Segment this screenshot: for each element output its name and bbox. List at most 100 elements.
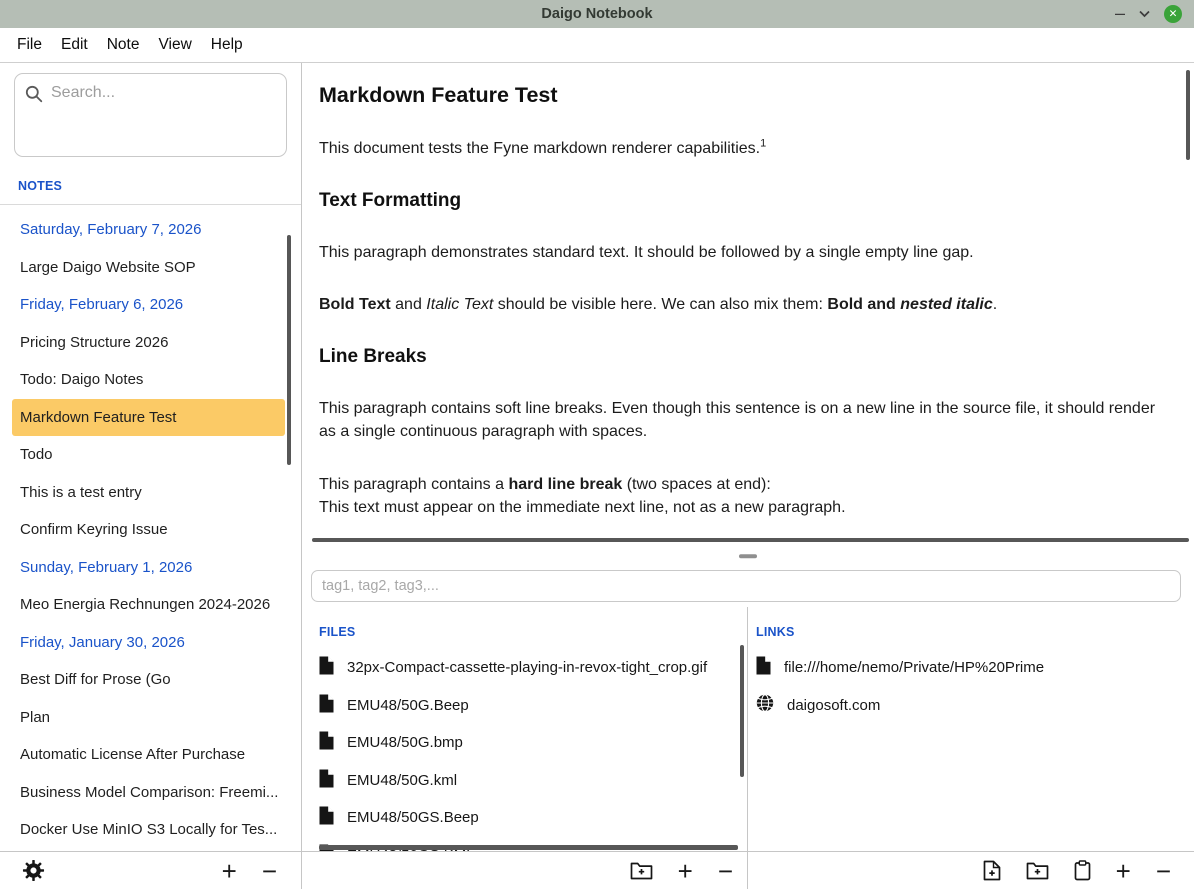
sidebar-toolbar: + − bbox=[0, 851, 301, 889]
splitter-handle[interactable] bbox=[739, 554, 757, 558]
note-item[interactable]: Saturday, February 7, 2026 bbox=[12, 211, 285, 249]
add-note-button[interactable]: + bbox=[222, 858, 237, 884]
menu-help[interactable]: Help bbox=[211, 36, 243, 54]
file-name: EMU48/50G.bmp bbox=[347, 734, 463, 751]
note-item[interactable]: Business Model Comparison: Freemi... bbox=[12, 774, 285, 812]
note-item[interactable]: Sunday, February 1, 2026 bbox=[12, 549, 285, 587]
notes-scrollbar[interactable] bbox=[287, 235, 291, 465]
splitter[interactable] bbox=[302, 549, 1194, 563]
note-item[interactable]: Todo bbox=[12, 436, 285, 474]
remove-note-button[interactable]: − bbox=[262, 858, 277, 884]
settings-gear-icon[interactable] bbox=[22, 859, 45, 882]
close-icon: ✕ bbox=[1169, 9, 1178, 20]
search-box[interactable] bbox=[14, 73, 287, 157]
text-segment: This text must appear on the immediate n… bbox=[319, 499, 846, 516]
search-icon bbox=[25, 85, 43, 103]
note-item[interactable]: This is a test entry bbox=[12, 474, 285, 512]
file-name: EMU48/50G.kml bbox=[347, 772, 457, 789]
file-icon bbox=[756, 656, 771, 679]
files-vertical-scrollbar[interactable] bbox=[740, 645, 744, 777]
tags-input[interactable] bbox=[311, 570, 1181, 602]
note-item-selected[interactable]: Markdown Feature Test bbox=[12, 399, 285, 437]
text-segment: should be visible here. We can also mix … bbox=[493, 296, 827, 313]
note-item[interactable]: Friday, January 30, 2026 bbox=[12, 624, 285, 662]
link-label: daigosoft.com bbox=[787, 697, 880, 714]
search-input[interactable] bbox=[51, 84, 276, 102]
maximize-button[interactable] bbox=[1139, 5, 1150, 23]
link-item[interactable]: daigosoft.com bbox=[748, 687, 1194, 725]
link-item[interactable]: file:///home/nemo/Private/HP%20Prime bbox=[748, 649, 1194, 687]
text-segment: This paragraph contains a bbox=[319, 476, 508, 493]
menu-note[interactable]: Note bbox=[107, 36, 140, 54]
folder-add-icon[interactable] bbox=[1026, 861, 1049, 880]
note-item[interactable]: Meo Energia Rechnungen 2024-2026 bbox=[12, 586, 285, 624]
close-button[interactable]: ✕ bbox=[1164, 5, 1182, 23]
text-segment: This paragraph demonstrates standard tex… bbox=[319, 244, 974, 261]
folder-add-icon[interactable] bbox=[630, 861, 653, 880]
files-list: 32px-Compact-cassette-playing-in-revox-t… bbox=[302, 641, 747, 851]
bottom-toolbar: + − + − bbox=[302, 851, 1194, 889]
titlebar[interactable]: Daigo Notebook – ✕ bbox=[0, 0, 1194, 28]
note-item[interactable]: Pricing Structure 2026 bbox=[12, 324, 285, 362]
content-vertical-scrollbar[interactable] bbox=[1186, 70, 1190, 160]
window-body: NOTES Saturday, February 7, 2026Large Da… bbox=[0, 63, 1194, 889]
remove-file-button[interactable]: − bbox=[718, 858, 733, 884]
file-name: 32px-Compact-cassette-playing-in-revox-t… bbox=[347, 659, 707, 676]
text-segment: Bold Text bbox=[319, 296, 391, 313]
file-name: EMU48/50GS.Beep bbox=[347, 809, 479, 826]
note-item[interactable]: Docker Use MinIO S3 Locally for Tes... bbox=[12, 811, 285, 849]
files-section-header: FILES bbox=[302, 607, 747, 641]
links-panel: LINKS file:///home/nemo/Private/HP%20Pri… bbox=[748, 607, 1194, 851]
text-segment: Bold and bbox=[827, 296, 900, 313]
markdown-heading: Markdown Feature Test bbox=[319, 83, 1158, 108]
remove-link-button[interactable]: − bbox=[1156, 858, 1171, 884]
files-horizontal-scrollbar[interactable] bbox=[319, 845, 738, 850]
menu-view[interactable]: View bbox=[158, 36, 191, 54]
file-name: EMU48/50G.Beep bbox=[347, 697, 469, 714]
content-horizontal-scrollbar[interactable] bbox=[312, 538, 1189, 542]
file-item[interactable]: EMU48/50GS.Beep bbox=[302, 799, 747, 837]
globe-icon bbox=[756, 694, 774, 716]
notes-section-label: NOTES bbox=[18, 179, 62, 193]
sidebar: NOTES Saturday, February 7, 2026Large Da… bbox=[0, 63, 302, 889]
add-link-button[interactable]: + bbox=[1116, 858, 1131, 884]
add-file-button[interactable]: + bbox=[678, 858, 693, 884]
menu-file[interactable]: File bbox=[17, 36, 42, 54]
menu-edit[interactable]: Edit bbox=[61, 36, 88, 54]
files-section-label: FILES bbox=[319, 625, 355, 639]
markdown-paragraph: Bold Text and Italic Text should be visi… bbox=[319, 293, 1158, 317]
sidebar-toolbar-buttons: + − bbox=[222, 858, 277, 884]
text-segment: nested italic bbox=[900, 296, 992, 313]
file-item[interactable]: EMU48/50G.kml bbox=[302, 762, 747, 800]
files-panel: FILES 32px-Compact-cassette-playing-in-r… bbox=[302, 607, 748, 851]
file-icon bbox=[319, 806, 334, 829]
file-item[interactable]: EMU48/50G.bmp bbox=[302, 724, 747, 762]
tag-bar bbox=[302, 563, 1194, 607]
note-content: Markdown Feature TestThis document tests… bbox=[302, 63, 1194, 549]
app-window: Daigo Notebook – ✕ FileEditNoteViewHelp … bbox=[0, 0, 1194, 889]
note-item[interactable]: Large Daigo Website SOP bbox=[12, 249, 285, 287]
note-item[interactable]: Plan bbox=[12, 699, 285, 737]
clipboard-icon[interactable] bbox=[1074, 860, 1091, 881]
links-section-header: LINKS bbox=[748, 607, 1194, 641]
note-item[interactable]: Friday, February 6, 2026 bbox=[12, 286, 285, 324]
menubar: File Edit Note View Help bbox=[0, 28, 1194, 63]
text-segment: . bbox=[993, 296, 997, 313]
footnote-marker: 1 bbox=[760, 138, 766, 150]
text-segment: hard line break bbox=[508, 476, 622, 493]
note-item[interactable]: Confirm Keyring Issue bbox=[12, 511, 285, 549]
file-item[interactable]: EMU48/50G.Beep bbox=[302, 687, 747, 725]
file-add-icon[interactable] bbox=[983, 860, 1001, 881]
file-icon bbox=[319, 769, 334, 792]
window-controls: – ✕ bbox=[1115, 0, 1182, 28]
file-item[interactable]: 32px-Compact-cassette-playing-in-revox-t… bbox=[302, 649, 747, 687]
text-segment: (two spaces at end): bbox=[622, 476, 771, 493]
markdown-paragraph: This paragraph demonstrates standard tex… bbox=[319, 241, 1158, 265]
note-item[interactable]: Best Diff for Prose (Go bbox=[12, 661, 285, 699]
note-item[interactable]: Automatic License After Purchase bbox=[12, 736, 285, 774]
text-segment: Italic Text bbox=[426, 296, 493, 313]
note-item[interactable]: Todo: Daigo Notes bbox=[12, 361, 285, 399]
links-list: file:///home/nemo/Private/HP%20Prime daig… bbox=[748, 641, 1194, 724]
minimize-button[interactable]: – bbox=[1115, 4, 1125, 22]
window-title: Daigo Notebook bbox=[541, 6, 652, 22]
